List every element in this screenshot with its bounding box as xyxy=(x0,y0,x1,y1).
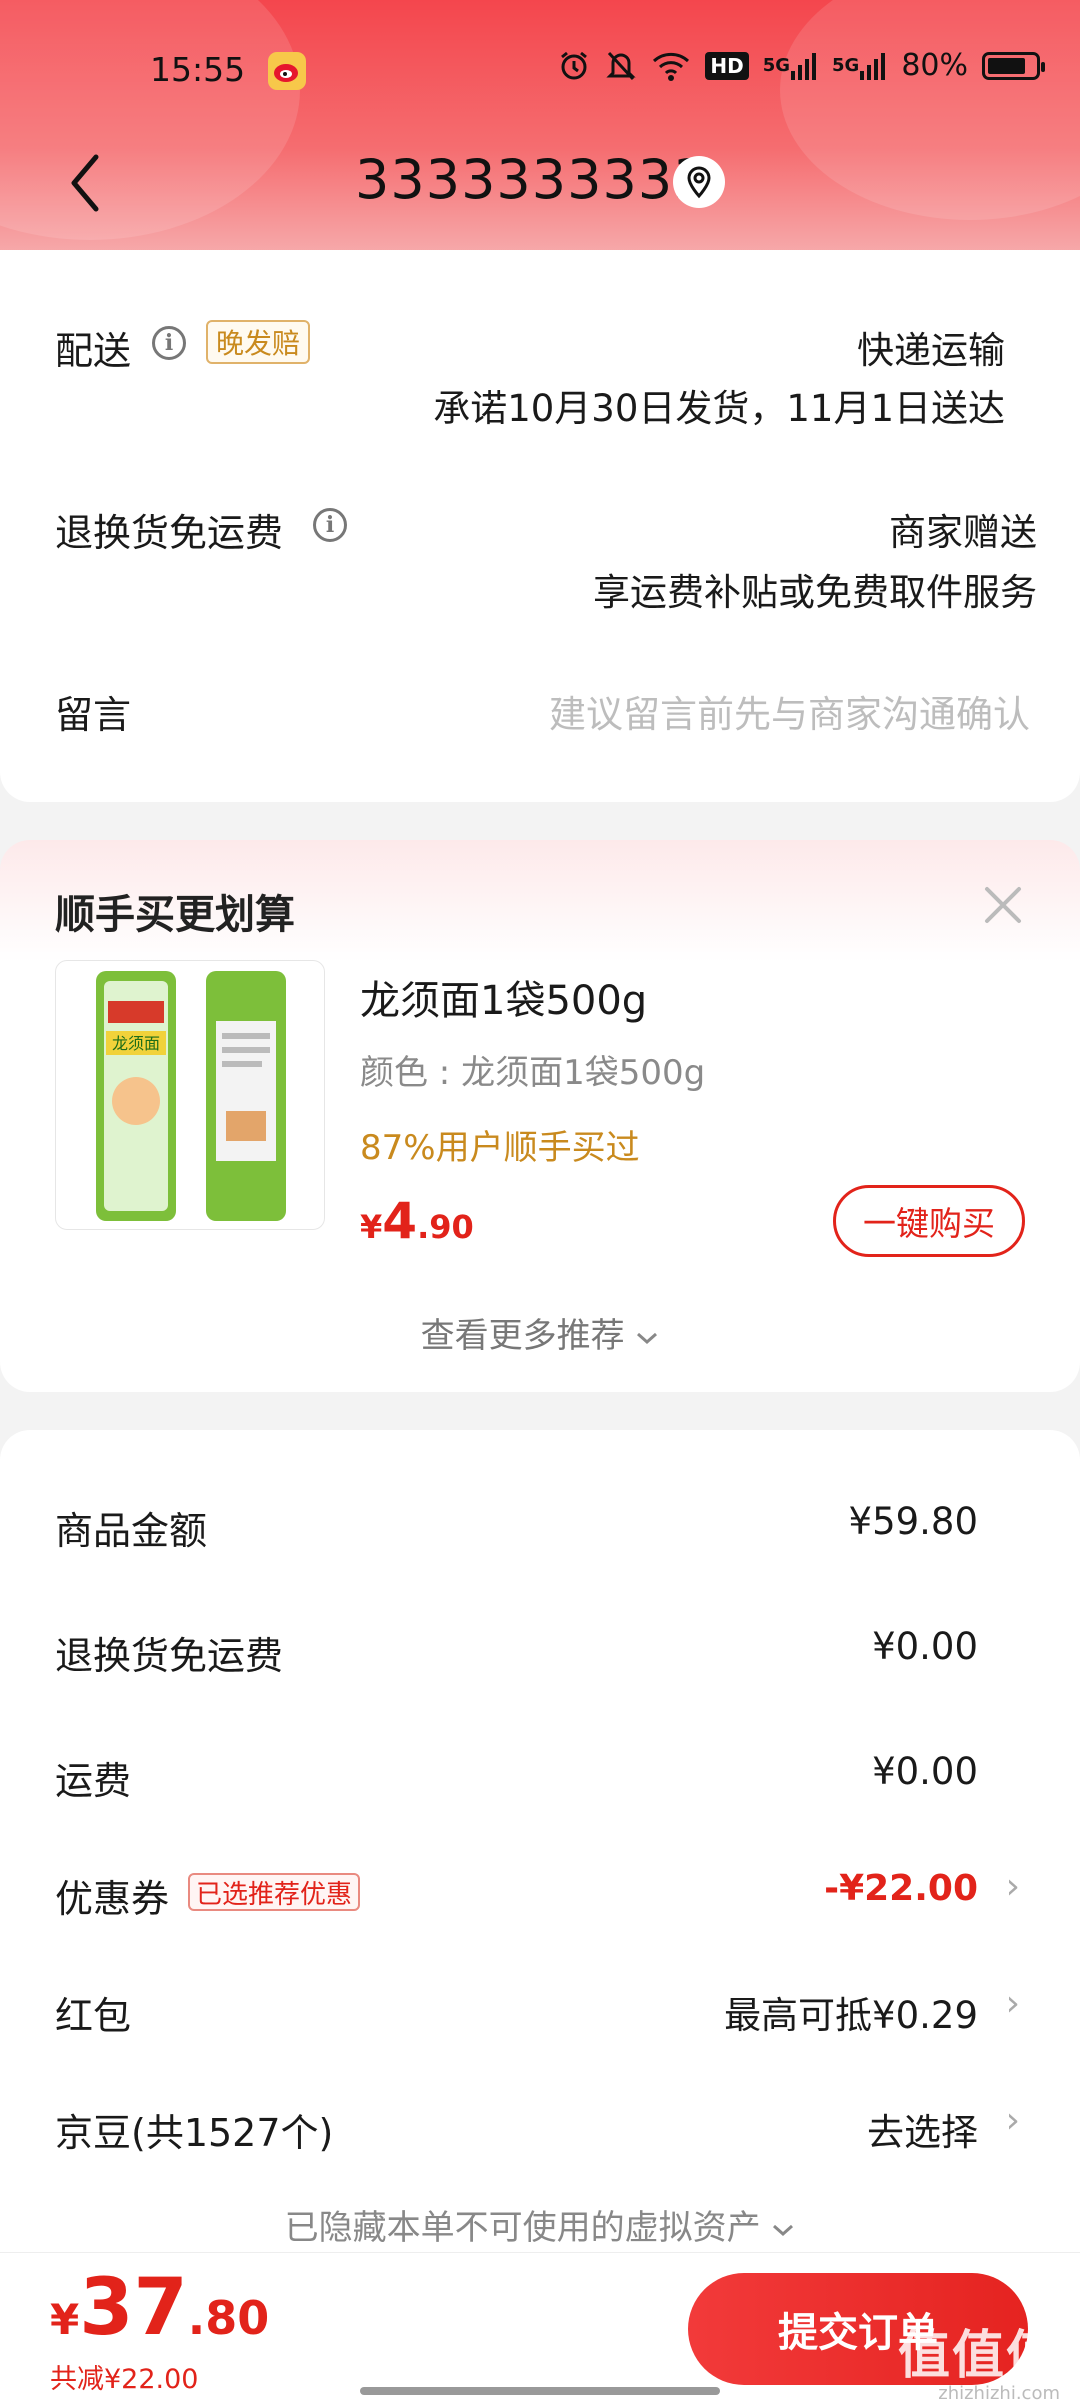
info-icon[interactable]: i xyxy=(152,326,186,360)
return-freight-value: 商家赠送 xyxy=(889,511,1037,554)
more-recommend-link[interactable]: 查看更多推荐 xyxy=(0,1308,1080,1357)
coupon-label: 优惠券 xyxy=(55,1877,170,1921)
goods-amount-label: 商品金额 xyxy=(55,1509,208,1553)
product-spec: 颜色 : 龙须面1袋500g xyxy=(360,1053,706,1093)
note-label: 留言 xyxy=(55,693,132,737)
signal-icon-2: 5G xyxy=(832,51,887,81)
status-bar: 15:55 HD 5G 5G 80% xyxy=(0,40,1080,104)
close-icon xyxy=(985,887,1021,923)
delivery-promise[interactable]: 承诺10月30日发货，11月1日送达 xyxy=(433,378,1005,432)
back-arrow-icon xyxy=(71,154,99,212)
battery-level xyxy=(988,57,1025,74)
info-icon[interactable]: i xyxy=(313,508,347,542)
jingdou-value[interactable]: 去选择 xyxy=(867,2102,978,2156)
svg-text:龙须面: 龙须面 xyxy=(112,1034,160,1053)
close-button[interactable] xyxy=(978,880,1028,930)
product-price: ¥4.90 xyxy=(360,1192,474,1250)
weibo-icon xyxy=(268,52,306,90)
bottom-bar: ¥37.80 共减¥22.00 提交订单 值值值 zhizhizhi.com xyxy=(0,2252,1080,2400)
chevron-down-icon xyxy=(637,1332,658,1344)
home-indicator[interactable] xyxy=(360,2387,720,2395)
page-title[interactable]: 3333333333 xyxy=(355,148,709,211)
watermark-url: zhizhizhi.com xyxy=(938,2383,1060,2400)
jingdou-label: 京豆(共1527个) xyxy=(55,2111,334,2155)
redpacket-value[interactable]: 最高可抵¥0.29 xyxy=(724,1985,978,2039)
location-button[interactable] xyxy=(673,156,725,208)
product-stat: 87%用户顺手买过 xyxy=(360,1128,640,1168)
total-price: ¥37.80 xyxy=(50,2263,270,2353)
nav-bar: 3333333333 xyxy=(0,130,1080,240)
coupon-value[interactable]: -¥22.00 xyxy=(824,1868,978,1909)
back-button[interactable] xyxy=(50,148,120,218)
shipping-value: ¥0.00 xyxy=(872,1750,978,1793)
delivery-label: 配送 xyxy=(55,329,132,373)
status-time: 15:55 xyxy=(150,50,246,89)
header: 15:55 HD 5G 5G 80% 3333333333 xyxy=(0,0,1080,270)
hidden-assets-note[interactable]: 已隐藏本单不可使用的虚拟资产 xyxy=(0,2200,1080,2249)
return-freight-summary-label: 退换货免运费 xyxy=(55,1634,284,1678)
goods-amount-value: ¥59.80 xyxy=(848,1500,978,1543)
chevron-down-icon xyxy=(773,2224,794,2236)
note-input[interactable]: 建议留言前先与商家沟通确认 xyxy=(549,684,1030,738)
delivery-method[interactable]: 快递运输 xyxy=(857,320,1005,374)
coupon-tag: 已选推荐优惠 xyxy=(188,1873,361,1911)
hd-icon: HD xyxy=(705,51,749,80)
location-pin-icon xyxy=(687,166,711,199)
total-saved: 共减¥22.00 xyxy=(50,2364,199,2395)
late-compensation-tag: 晚发赔 xyxy=(206,320,311,364)
chevron-right-icon[interactable]: › xyxy=(1006,1983,1020,2024)
summary-card: 商品金额 ¥59.80 退换货免运费 ¥0.00 运费 ¥0.00 优惠券 已选… xyxy=(0,1430,1080,2290)
wifi-icon xyxy=(651,50,691,82)
chevron-right-icon[interactable]: › xyxy=(1006,2100,1020,2141)
return-freight-summary-value: ¥0.00 xyxy=(872,1625,978,1668)
product-image[interactable]: 龙须面 xyxy=(55,960,325,1230)
return-freight-desc: 享运费补贴或免费取件服务 xyxy=(593,571,1037,614)
chevron-right-icon[interactable]: › xyxy=(1006,1866,1020,1907)
product-name[interactable]: 龙须面1袋500g xyxy=(360,968,647,1026)
redpacket-label: 红包 xyxy=(55,1994,132,2038)
alarm-icon xyxy=(557,49,591,83)
signal-icon: 5G xyxy=(763,51,818,81)
recommend-card: 顺手买更划算 龙须面 龙须面1袋500g 颜色 : 龙须面1袋500g 87%用… xyxy=(0,840,1080,1392)
watermark-logo: 值值值 xyxy=(897,2326,1060,2386)
delivery-card: 配送 i 晚发赔 快递运输 承诺10月30日发货，11月1日送达 退换货免运费 … xyxy=(0,250,1080,802)
recommend-title: 顺手买更划算 xyxy=(55,892,295,938)
shipping-label: 运费 xyxy=(55,1759,132,1803)
mute-icon xyxy=(605,49,637,83)
status-icons: HD 5G 5G 80% xyxy=(557,48,1045,83)
one-click-buy-button[interactable]: 一键购买 xyxy=(833,1185,1025,1257)
battery-percent: 80% xyxy=(901,48,968,83)
battery-icon xyxy=(982,51,1045,80)
return-freight-label: 退换货免运费 xyxy=(55,511,284,555)
